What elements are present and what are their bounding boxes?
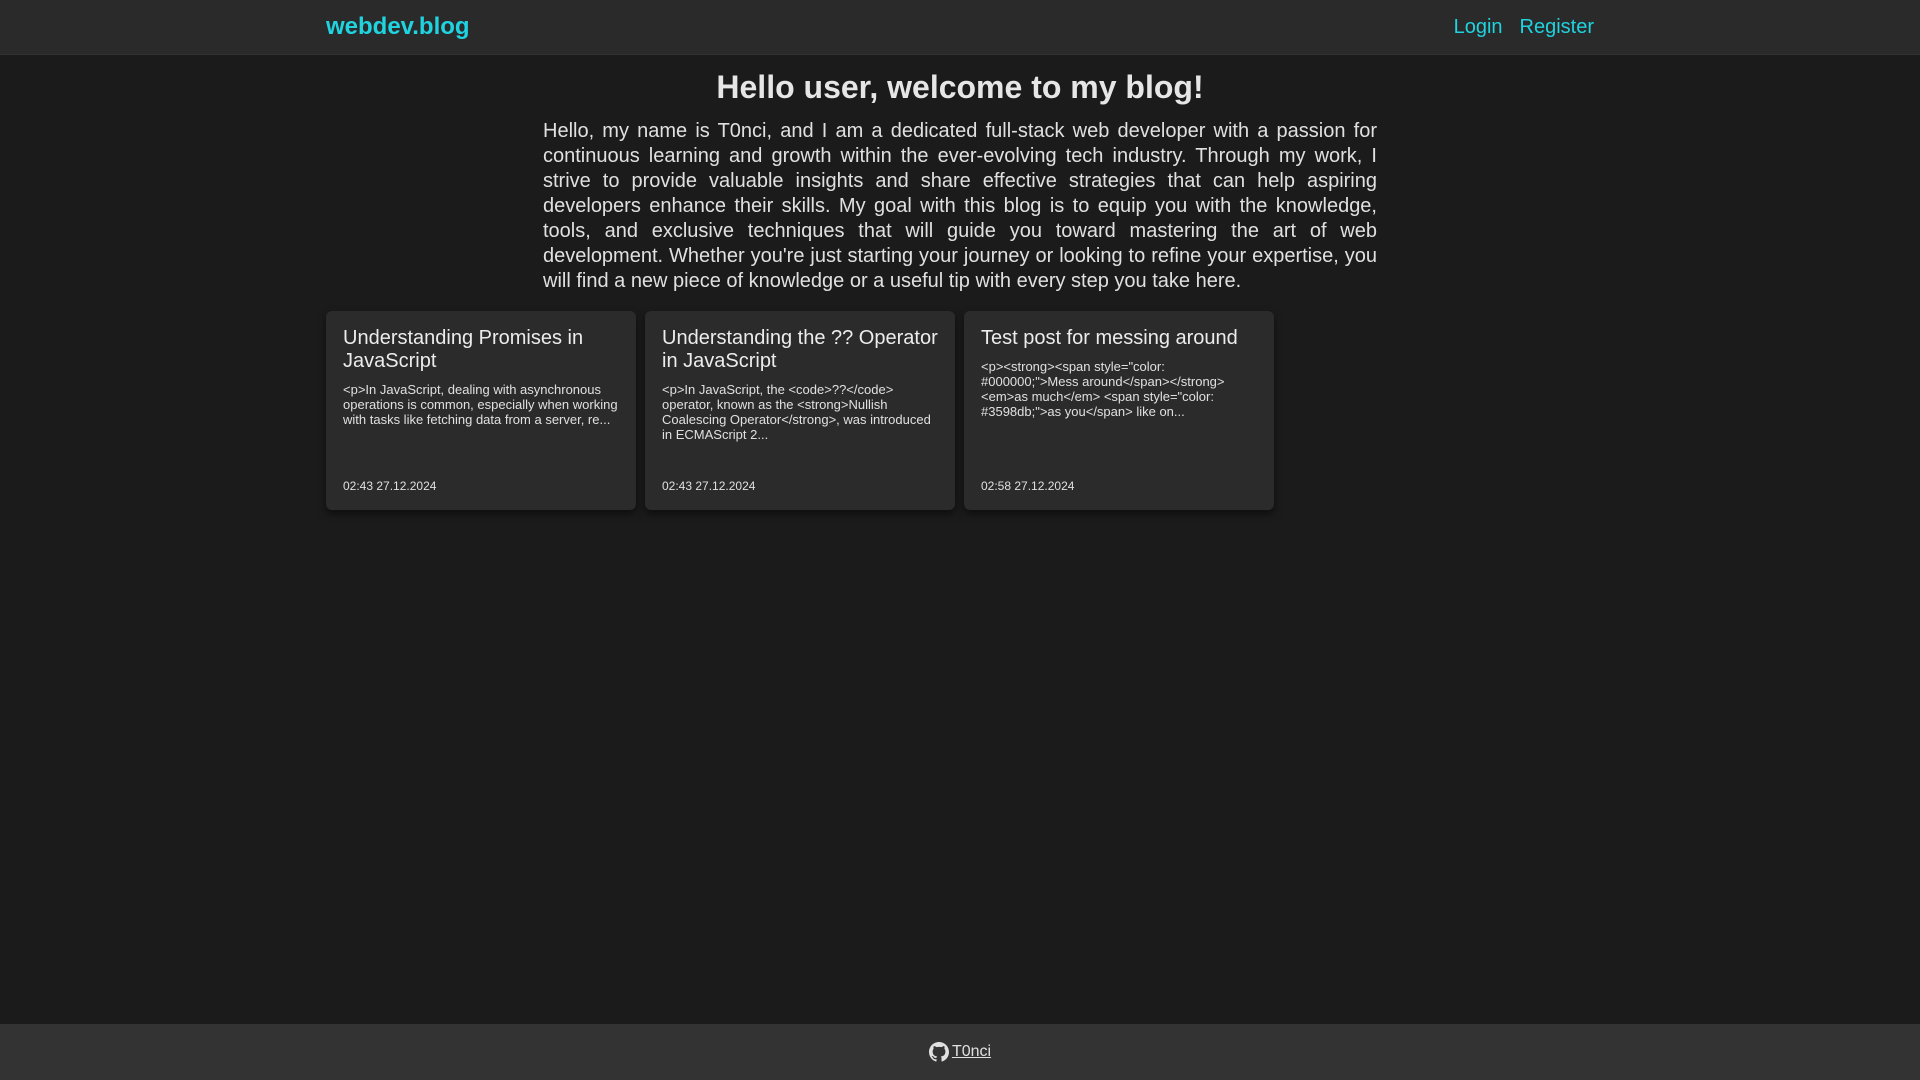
intro-paragraph: Hello, my name is T0nci, and I am a dedi… <box>543 120 1377 292</box>
page-title: Hello user, welcome to my blog! <box>716 69 1204 105</box>
footer: T0nci <box>0 1024 1920 1080</box>
post-title: Understanding Promises in JavaScript <box>343 327 584 372</box>
github-username: T0nci <box>951 1043 992 1060</box>
navbar: webdev.blog Login Register <box>0 0 1920 55</box>
post-date: 02:43 27.12.2024 <box>662 479 756 493</box>
register-link[interactable]: Register <box>1520 16 1594 39</box>
post-excerpt: <p><strong><span style="color: #000000;"… <box>981 359 1225 419</box>
github-icon <box>928 1042 949 1062</box>
nav-links: Login Register <box>1454 16 1594 39</box>
post-list: Understanding Promises in JavaScript <p>… <box>326 311 1274 510</box>
post-title: Test post for messing around <box>981 327 1238 349</box>
post-title: Understanding the ?? Operator in JavaScr… <box>662 327 938 372</box>
post-excerpt: <p>In JavaScript, the <code>??</code> op… <box>662 382 931 442</box>
post-excerpt: <p>In JavaScript, dealing with asynchron… <box>343 382 618 427</box>
github-profile-link[interactable]: T0nci <box>928 1042 992 1062</box>
post-date: 02:58 27.12.2024 <box>981 479 1075 493</box>
brand-logo-link[interactable]: webdev.blog <box>326 13 470 41</box>
post-card[interactable]: Understanding the ?? Operator in JavaScr… <box>645 311 955 510</box>
post-card[interactable]: Test post for messing around <p><strong>… <box>964 311 1274 510</box>
post-date: 02:43 27.12.2024 <box>343 479 437 493</box>
login-link[interactable]: Login <box>1454 16 1503 39</box>
post-card[interactable]: Understanding Promises in JavaScript <p>… <box>326 311 636 510</box>
